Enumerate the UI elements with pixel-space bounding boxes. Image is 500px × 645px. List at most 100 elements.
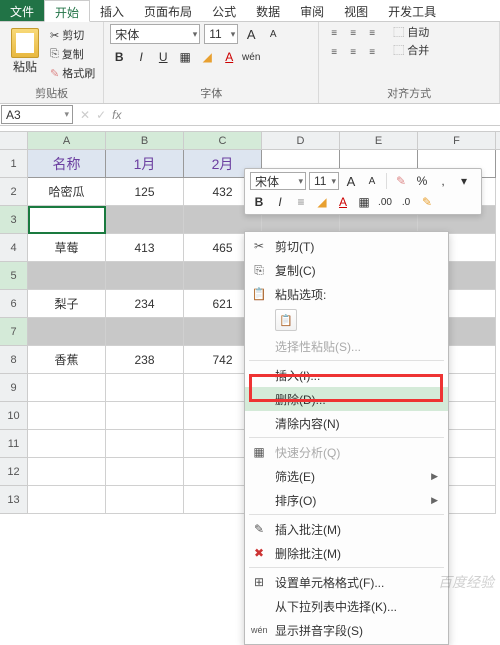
cell-b5[interactable] xyxy=(106,262,184,290)
mini-bold[interactable]: B xyxy=(250,193,268,211)
tab-dev[interactable]: 开发工具 xyxy=(378,0,446,21)
font-name-combo[interactable]: 宋体 xyxy=(110,24,200,44)
row-header-10[interactable]: 10 xyxy=(0,402,28,430)
cell-a4[interactable]: 草莓 xyxy=(28,234,106,262)
bold-button[interactable]: B xyxy=(110,48,128,66)
decrease-font-button[interactable]: A xyxy=(264,25,282,43)
font-color-button[interactable]: A xyxy=(220,48,238,66)
cm-format-cells[interactable]: ⊞设置单元格格式(F)... xyxy=(245,570,448,594)
cell-a11[interactable] xyxy=(28,430,106,458)
font-size-combo[interactable]: 11 xyxy=(204,24,238,44)
fx-button[interactable]: fx xyxy=(112,108,121,122)
row-header-3[interactable]: 3 xyxy=(0,206,28,234)
row-header-2[interactable]: 2 xyxy=(0,178,28,206)
fill-color-button[interactable]: ◢ xyxy=(198,48,216,66)
align-right[interactable]: ≡ xyxy=(363,43,381,61)
italic-button[interactable]: I xyxy=(132,48,150,66)
mini-italic[interactable]: I xyxy=(271,193,289,211)
cell-b12[interactable] xyxy=(106,458,184,486)
cell-a1[interactable]: 名称 xyxy=(28,150,106,178)
mini-brush[interactable]: ✎ xyxy=(418,193,436,211)
cell-b6[interactable]: 234 xyxy=(106,290,184,318)
cell-a8[interactable]: 香蕉 xyxy=(28,346,106,374)
copy-button[interactable]: 复制 xyxy=(48,45,97,63)
col-header-d[interactable]: D xyxy=(262,132,340,149)
cell-a13[interactable] xyxy=(28,486,106,514)
phonetic-button[interactable]: wén xyxy=(242,48,260,66)
cell-b13[interactable] xyxy=(106,486,184,514)
mini-comma[interactable]: , xyxy=(434,172,452,190)
cell-b3[interactable] xyxy=(106,206,184,234)
row-header-9[interactable]: 9 xyxy=(0,374,28,402)
cm-insert-comment[interactable]: ✎插入批注(M) xyxy=(245,517,448,541)
align-top[interactable]: ≡ xyxy=(325,24,343,42)
tab-data[interactable]: 数据 xyxy=(246,0,290,21)
border-button[interactable]: ▦ xyxy=(176,48,194,66)
align-left[interactable]: ≡ xyxy=(325,43,343,61)
tab-home[interactable]: 开始 xyxy=(44,0,90,22)
cm-sort[interactable]: 排序(O)▶ xyxy=(245,488,448,512)
wrap-text-button[interactable]: 自动 xyxy=(393,24,429,40)
paste-button[interactable]: 粘贴 xyxy=(6,24,44,82)
cm-pinyin[interactable]: wén显示拼音字段(S) xyxy=(245,618,448,642)
col-header-c[interactable]: C xyxy=(184,132,262,149)
cell-a10[interactable] xyxy=(28,402,106,430)
row-header-12[interactable]: 12 xyxy=(0,458,28,486)
mini-increase-font[interactable]: A xyxy=(342,172,360,190)
cm-delete[interactable]: 删除(D)... xyxy=(245,387,448,411)
tab-formula[interactable]: 公式 xyxy=(202,0,246,21)
accept-fx-icon[interactable]: ✓ xyxy=(96,108,106,122)
cm-dropdown-select[interactable]: 从下拉列表中选择(K)... xyxy=(245,594,448,618)
col-header-e[interactable]: E xyxy=(340,132,418,149)
cm-filter[interactable]: 筛选(E)▶ xyxy=(245,464,448,488)
row-header-1[interactable]: 1 xyxy=(0,150,28,178)
name-box[interactable]: A3 xyxy=(1,105,73,124)
row-header-11[interactable]: 11 xyxy=(0,430,28,458)
align-center[interactable]: ≡ xyxy=(344,43,362,61)
row-header-4[interactable]: 4 xyxy=(0,234,28,262)
row-header-7[interactable]: 7 xyxy=(0,318,28,346)
cell-b10[interactable] xyxy=(106,402,184,430)
cell-b9[interactable] xyxy=(106,374,184,402)
mini-decrease-font[interactable]: A xyxy=(363,172,381,190)
mini-fill-color[interactable]: ◢ xyxy=(313,193,331,211)
underline-button[interactable]: U xyxy=(154,48,172,66)
cm-clear[interactable]: 清除内容(N) xyxy=(245,411,448,435)
cell-a7[interactable] xyxy=(28,318,106,346)
cell-b2[interactable]: 125 xyxy=(106,178,184,206)
col-header-a[interactable]: A xyxy=(28,132,106,149)
cell-a5[interactable] xyxy=(28,262,106,290)
mini-font-color[interactable]: A xyxy=(334,193,352,211)
mini-font-combo[interactable]: 宋体 xyxy=(250,172,306,190)
cell-b11[interactable] xyxy=(106,430,184,458)
cell-b4[interactable]: 413 xyxy=(106,234,184,262)
align-bottom[interactable]: ≡ xyxy=(363,24,381,42)
cell-a9[interactable] xyxy=(28,374,106,402)
col-header-f[interactable]: F xyxy=(418,132,496,149)
cm-cut[interactable]: ✂剪切(T) xyxy=(245,234,448,258)
cell-b8[interactable]: 238 xyxy=(106,346,184,374)
select-all-corner[interactable] xyxy=(0,132,28,149)
cm-copy[interactable]: ⎘复制(C) xyxy=(245,258,448,282)
mini-format-painter[interactable]: ✎ xyxy=(392,172,410,190)
cell-a12[interactable] xyxy=(28,458,106,486)
mini-align[interactable]: ≡ xyxy=(292,193,310,211)
mini-size-combo[interactable]: 11 xyxy=(309,172,339,190)
cm-insert[interactable]: 插入(I)... xyxy=(245,363,448,387)
cell-a3[interactable] xyxy=(28,206,106,234)
row-header-13[interactable]: 13 xyxy=(0,486,28,514)
row-header-6[interactable]: 6 xyxy=(0,290,28,318)
cut-button[interactable]: 剪切 xyxy=(48,26,97,44)
merge-button[interactable]: 合并 xyxy=(393,42,429,58)
mini-border[interactable]: ▦ xyxy=(355,193,373,211)
mini-inc-decimal[interactable]: .0 xyxy=(397,193,415,211)
tab-review[interactable]: 审阅 xyxy=(290,0,334,21)
mini-percent[interactable]: % xyxy=(413,172,431,190)
paste-option-default[interactable]: 📋 xyxy=(275,309,297,331)
cm-delete-comment[interactable]: ✖删除批注(M) xyxy=(245,541,448,565)
tab-file[interactable]: 文件 xyxy=(0,0,44,21)
cell-a6[interactable]: 梨子 xyxy=(28,290,106,318)
cancel-fx-icon[interactable]: ✕ xyxy=(80,108,90,122)
mini-cond-format[interactable]: ▾ xyxy=(455,172,473,190)
row-header-8[interactable]: 8 xyxy=(0,346,28,374)
